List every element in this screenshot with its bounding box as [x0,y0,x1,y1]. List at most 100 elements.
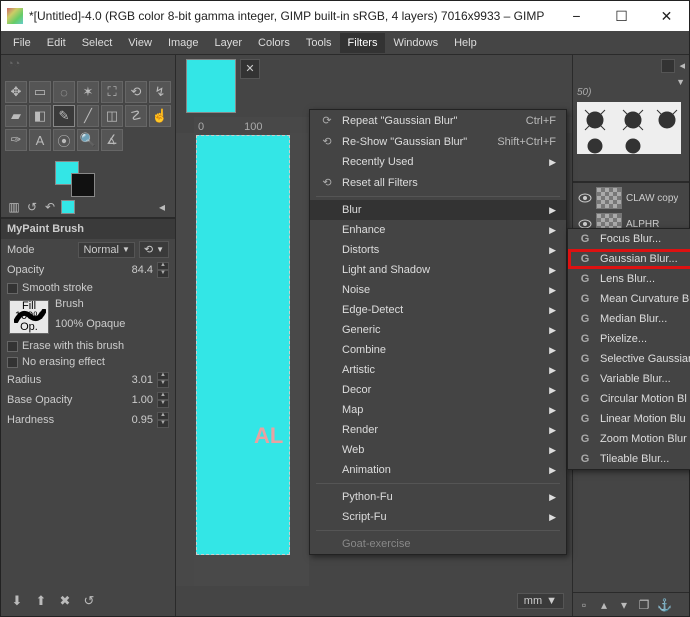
menu-item-circular-motion-bl[interactable]: GCircular Motion Bl [568,389,690,409]
menu-layer[interactable]: Layer [207,33,251,53]
new-layer-icon[interactable]: ▫ [577,598,591,612]
tab-history-icon[interactable]: ↺ [25,200,39,214]
lower-layer-icon[interactable]: ▾ [617,598,631,612]
opacity-spinner[interactable]: ▲▼ [157,262,169,278]
tool-measure[interactable]: ∡ [101,129,123,151]
layer-thumbnail[interactable] [596,187,622,209]
tool-move[interactable]: ✥ [5,81,27,103]
tool-clone[interactable]: ☡ [125,105,147,127]
tool-color-picker[interactable]: ⦿ [53,129,75,151]
menu-item-linear-motion-blu[interactable]: GLinear Motion Blu [568,409,690,429]
tool-fuzzy-select[interactable]: ✶ [77,81,99,103]
menu-item-tileable-blur[interactable]: GTileable Blur... [568,449,690,469]
menu-item-noise[interactable]: Noise▶ [310,280,566,300]
raise-layer-icon[interactable]: ▴ [597,598,611,612]
tool-transform[interactable]: ⟲ [125,81,147,103]
menu-tools[interactable]: Tools [298,33,340,53]
menu-item-python-fu[interactable]: Python-Fu▶ [310,487,566,507]
tool-pencil[interactable]: ╱ [77,105,99,127]
tool-mypaint-brush[interactable]: ✎ [53,105,75,127]
tab-tool-options-icon[interactable]: ▥ [7,200,21,214]
menu-item-generic[interactable]: Generic▶ [310,320,566,340]
tool-free-select[interactable]: ◌ [53,81,75,103]
menu-item-map[interactable]: Map▶ [310,400,566,420]
menu-item-variable-blur[interactable]: GVariable Blur... [568,369,690,389]
menu-item-median-blur[interactable]: GMedian Blur... [568,309,690,329]
tool-warp[interactable]: ↯ [149,81,171,103]
tool-text[interactable]: A [29,129,51,151]
menu-item-repeat[interactable]: ⟳ Repeat "Gaussian Blur" Ctrl+F [310,110,566,131]
menu-item-gaussian-blur[interactable]: GGaussian Blur... [568,249,690,269]
tab-undo-icon[interactable]: ↶ [43,200,57,214]
document-thumbnail[interactable] [186,59,236,113]
tool-gradient[interactable]: ◧ [29,105,51,127]
visibility-icon[interactable] [578,192,592,204]
menu-item-decor[interactable]: Decor▶ [310,380,566,400]
unit-dropdown[interactable]: mm ▼ [517,593,564,609]
no-erasing-checkbox[interactable] [7,357,18,368]
brush-gallery[interactable] [577,102,681,154]
mode-reset-button[interactable]: ⟲▼ [139,241,169,258]
menu-filters[interactable]: Filters [340,33,386,53]
radius-spinner[interactable]: ▲▼ [157,372,169,388]
menu-view[interactable]: View [120,33,160,53]
maximize-button[interactable]: ☐ [599,1,644,31]
panel-menu-icon[interactable]: ◂ [679,59,685,73]
tool-zoom[interactable]: 🔍 [77,129,99,151]
chevron-down-icon[interactable]: ▼ [676,77,685,87]
menu-item-selective-gaussian[interactable]: GSelective Gaussian [568,349,690,369]
menu-item-reset[interactable]: ⟲ Reset all Filters [310,172,566,193]
tab-color-icon[interactable] [61,200,75,214]
menu-item-recent[interactable]: Recently Used ▶ [310,152,566,172]
document-close-button[interactable]: ✕ [240,59,260,79]
mode-dropdown[interactable]: Normal ▼ [78,242,134,258]
minimize-button[interactable]: − [554,1,599,31]
brushes-tab-icon[interactable] [661,59,675,73]
tool-smudge[interactable]: ☝ [149,105,171,127]
menu-item-script-fu[interactable]: Script-Fu▶ [310,507,566,527]
menu-item-animation[interactable]: Animation▶ [310,460,566,480]
save-tool-options-icon[interactable]: ⬇ [9,593,25,609]
menu-colors[interactable]: Colors [250,33,298,53]
base-opacity-spinner[interactable]: ▲▼ [157,392,169,408]
menu-item-pixelize[interactable]: GPixelize... [568,329,690,349]
menu-item-combine[interactable]: Combine▶ [310,340,566,360]
menu-item-artistic[interactable]: Artistic▶ [310,360,566,380]
smooth-stroke-checkbox[interactable] [7,283,18,294]
menu-help[interactable]: Help [446,33,485,53]
tool-crop[interactable]: ⛶ [101,81,123,103]
menu-item-mean-curvature-bl[interactable]: GMean Curvature Bl [568,289,690,309]
menu-item-focus-blur[interactable]: GFocus Blur... [568,229,690,249]
menu-item-light-and-shadow[interactable]: Light and Shadow▶ [310,260,566,280]
restore-tool-options-icon[interactable]: ⬆ [33,593,49,609]
menu-windows[interactable]: Windows [385,33,446,53]
menu-item-zoom-motion-blur[interactable]: GZoom Motion Blur [568,429,690,449]
menu-item-edge-detect[interactable]: Edge-Detect▶ [310,300,566,320]
menu-item-blur[interactable]: Blur▶ [310,200,566,220]
close-button[interactable]: ✕ [644,1,689,31]
menu-select[interactable]: Select [74,33,121,53]
tool-paths[interactable]: ✑ [5,129,27,151]
menu-item-reshow[interactable]: ⟲ Re-Show "Gaussian Blur" Shift+Ctrl+F [310,131,566,152]
reset-tool-options-icon[interactable]: ↺ [81,593,97,609]
tool-bucket[interactable]: ▰ [5,105,27,127]
menu-file[interactable]: File [5,33,39,53]
brush-preview[interactable]: Fill 100% Op. [9,300,49,334]
menu-item-goat[interactable]: Goat-exercise [310,534,566,554]
delete-tool-options-icon[interactable]: ✖ [57,593,73,609]
anchor-layer-icon[interactable]: ⚓ [657,598,671,612]
erase-checkbox[interactable] [7,341,18,352]
menu-item-distorts[interactable]: Distorts▶ [310,240,566,260]
canvas-viewport[interactable]: AL [194,133,309,586]
tool-eraser[interactable]: ◫ [101,105,123,127]
layer-row[interactable]: CLAW copy [575,185,687,211]
menu-item-lens-blur[interactable]: GLens Blur... [568,269,690,289]
menu-image[interactable]: Image [160,33,207,53]
menu-edit[interactable]: Edit [39,33,74,53]
menu-item-web[interactable]: Web▶ [310,440,566,460]
duplicate-layer-icon[interactable]: ❐ [637,598,651,612]
tool-rect-select[interactable]: ▭ [29,81,51,103]
background-color[interactable] [71,173,95,197]
menu-item-enhance[interactable]: Enhance▶ [310,220,566,240]
tab-menu-icon[interactable]: ◂ [155,200,169,214]
